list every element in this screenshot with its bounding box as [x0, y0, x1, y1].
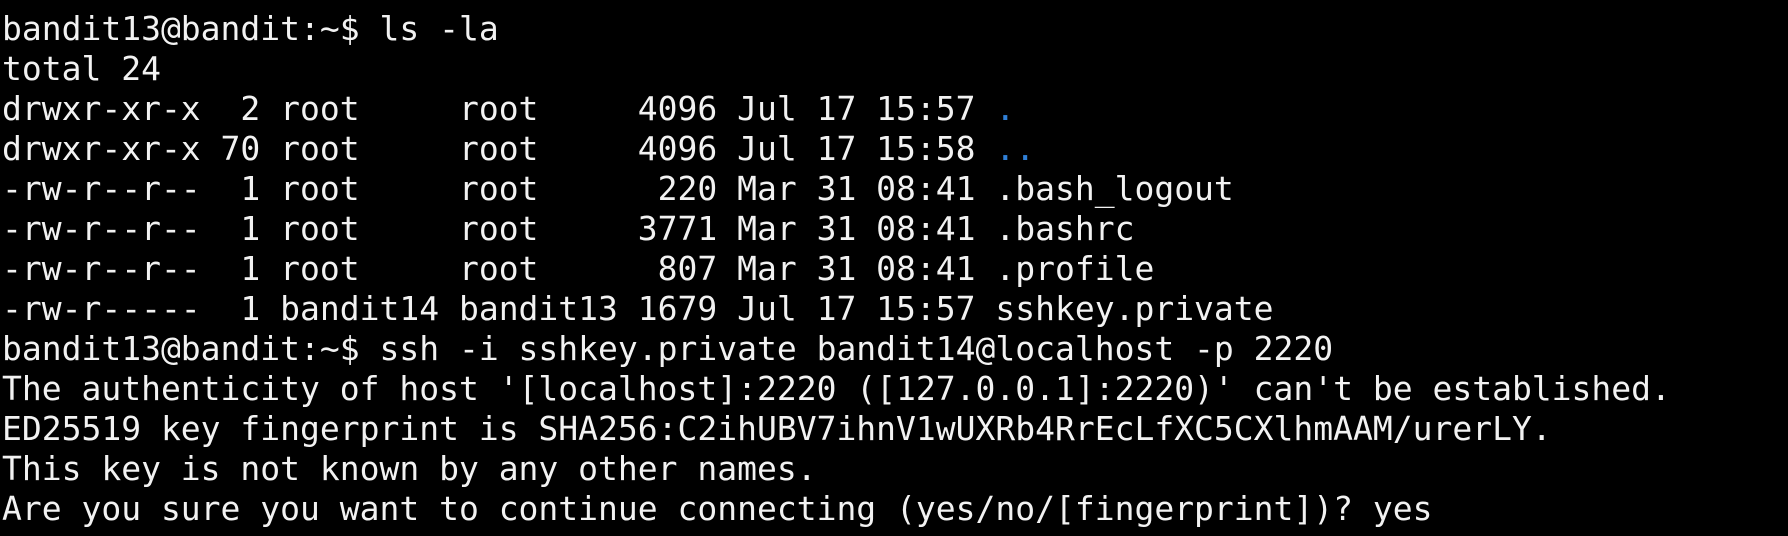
terminal-line: This key is not known by any other names…: [2, 449, 1671, 489]
terminal-text: -rw-r--r-- 1 root root 220 Mar 31 08:41 …: [2, 169, 1234, 208]
terminal-text: -rw-r--r-- 1 root root 807 Mar 31 08:41 …: [2, 249, 1155, 288]
terminal-text: ED25519 key fingerprint is SHA256:C2ihUB…: [2, 409, 1552, 448]
terminal-text: drwxr-xr-x 70 root root 4096 Jul 17 15:5…: [2, 129, 996, 168]
terminal-line: drwxr-xr-x 2 root root 4096 Jul 17 15:57…: [2, 89, 1671, 129]
terminal-line: -rw-r--r-- 1 root root 807 Mar 31 08:41 …: [2, 249, 1671, 289]
terminal-text: total 24: [2, 49, 161, 88]
terminal-line: total 24: [2, 49, 1671, 89]
terminal-text: Are you sure you want to continue connec…: [2, 489, 1433, 528]
terminal-text: This key is not known by any other names…: [2, 449, 817, 488]
terminal-text: bandit13@bandit:~$ ls -la: [2, 9, 499, 48]
terminal-line: drwxr-xr-x 70 root root 4096 Jul 17 15:5…: [2, 129, 1671, 169]
terminal-window[interactable]: bandit13@bandit:~$ ls -la total 24 drwxr-x…: [0, 0, 1788, 536]
terminal-line: bandit13@bandit:~$ ssh -i sshkey.private…: [2, 329, 1671, 369]
terminal-line: The authenticity of host '[localhost]:22…: [2, 369, 1671, 409]
terminal-text: -rw-r--r-- 1 root root 3771 Mar 31 08:41…: [2, 209, 1135, 248]
terminal-text: -rw-r----- 1 bandit14 bandit13 1679 Jul …: [2, 289, 1274, 328]
terminal-line: bandit13@bandit:~$ ls -la: [2, 9, 1671, 49]
terminal-text: The authenticity of host '[localhost]:22…: [2, 369, 1671, 408]
terminal-output: bandit13@bandit:~$ ls -la total 24 drwxr-x…: [2, 9, 1671, 529]
terminal-line: -rw-r--r-- 1 root root 220 Mar 31 08:41 …: [2, 169, 1671, 209]
terminal-text: drwxr-xr-x 2 root root 4096 Jul 17 15:57: [2, 89, 996, 128]
terminal-line: Are you sure you want to continue connec…: [2, 489, 1671, 529]
directory-name: ..: [995, 129, 1036, 168]
terminal-text: bandit13@bandit:~$ ssh -i sshkey.private…: [2, 329, 1334, 368]
terminal-line: ED25519 key fingerprint is SHA256:C2ihUB…: [2, 409, 1671, 449]
terminal-line: -rw-r----- 1 bandit14 bandit13 1679 Jul …: [2, 289, 1671, 329]
directory-name: .: [995, 89, 1016, 128]
terminal-line: -rw-r--r-- 1 root root 3771 Mar 31 08:41…: [2, 209, 1671, 249]
